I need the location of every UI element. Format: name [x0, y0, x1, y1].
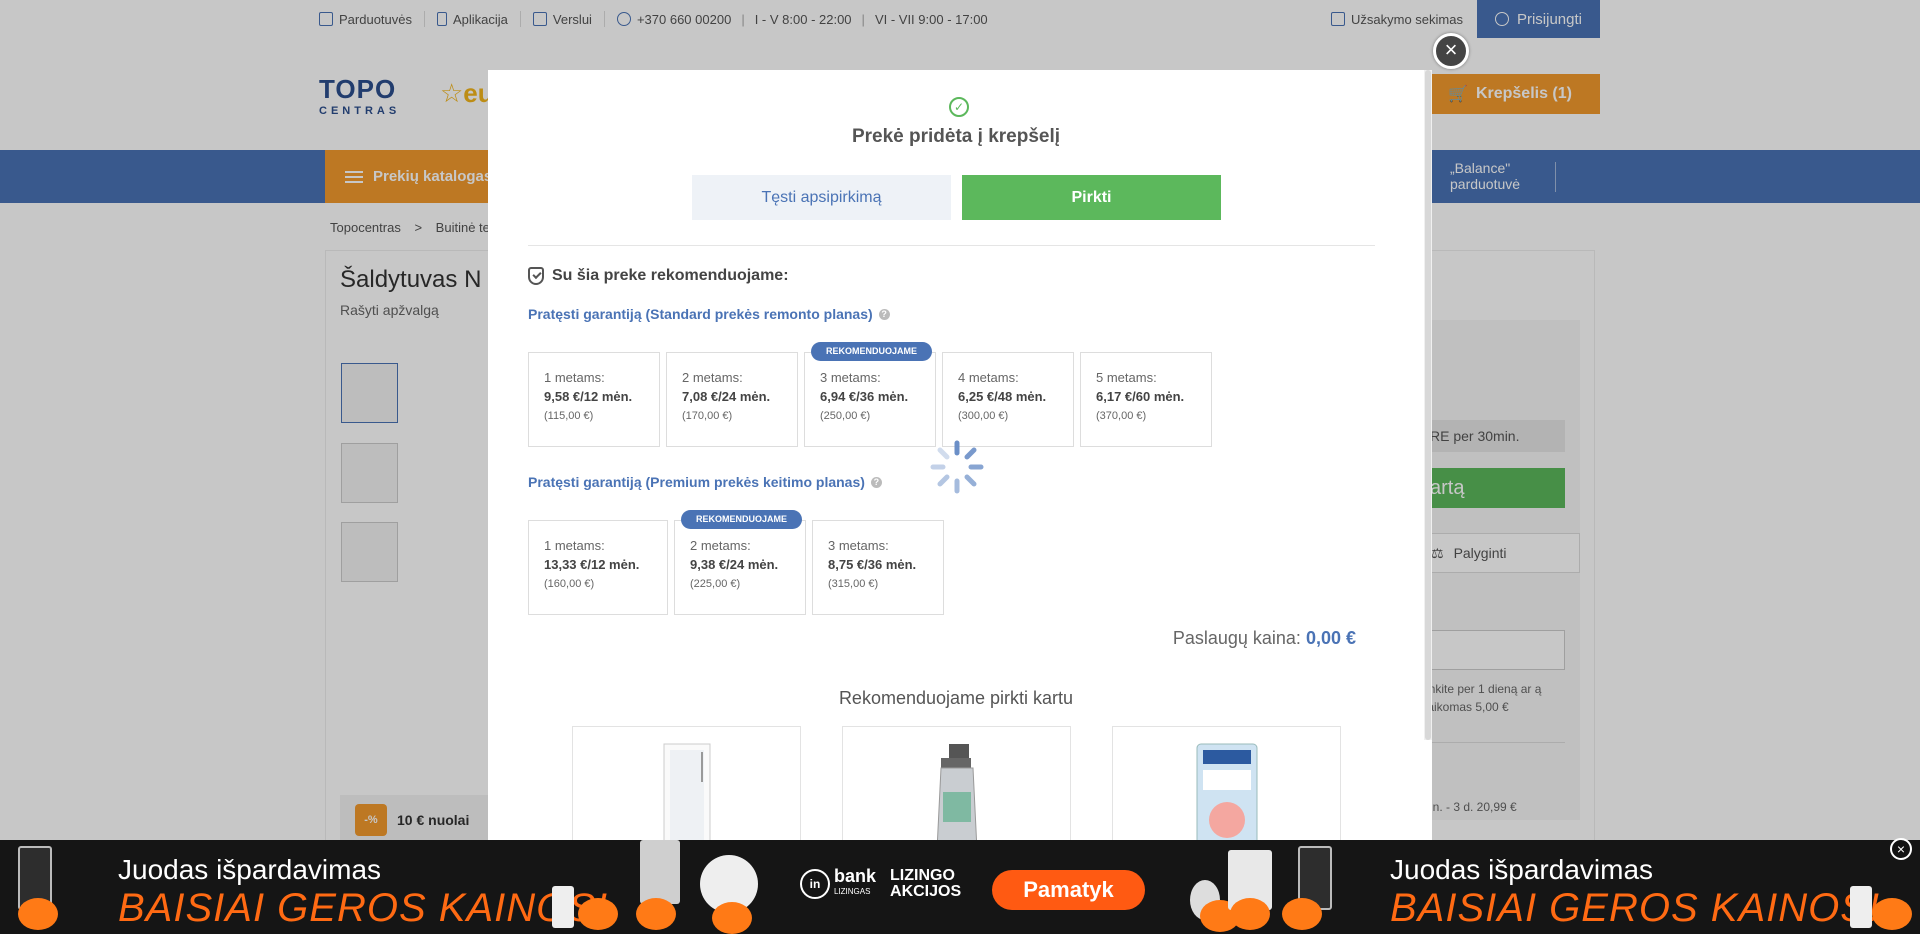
- see-deals-button[interactable]: Pamatyk: [992, 870, 1145, 910]
- pumpkin-icon: [18, 898, 58, 930]
- phone-image: [1850, 886, 1872, 928]
- cleaner-spray-image: [936, 744, 977, 840]
- pumpkin-icon: [1282, 898, 1322, 930]
- fridge-freshener-image: [1196, 743, 1257, 840]
- plan-option[interactable]: 1 metams: 13,33 €/12 mėn. (160,00 €): [528, 520, 668, 615]
- plan-option[interactable]: 4 metams: 6,25 €/48 mėn. (300,00 €): [942, 352, 1074, 447]
- pumpkin-icon: [1230, 898, 1270, 930]
- check-circle-icon: ✓: [949, 97, 969, 117]
- recommended-badge: REKOMENDUOJAME: [811, 342, 933, 361]
- plan-option[interactable]: 3 metams: 8,75 €/36 mėn. (315,00 €): [812, 520, 944, 615]
- plan-option[interactable]: 5 metams: 6,17 €/60 mėn. (370,00 €): [1080, 352, 1212, 447]
- modal-scrollbar[interactable]: [1424, 70, 1432, 740]
- recommended-badge: REKOMENDUOJAME: [681, 510, 803, 529]
- plan-option-recommended[interactable]: REKOMENDUOJAME 3 metams: 6,94 €/36 mėn. …: [804, 342, 936, 447]
- loading-spinner-icon: [930, 440, 984, 494]
- close-modal-icon[interactable]: ×: [1433, 33, 1469, 69]
- pumpkin-icon: [636, 898, 676, 930]
- shield-icon: [528, 267, 544, 285]
- continue-shopping-button[interactable]: Tęsti apsipirkimą: [692, 175, 951, 220]
- phone-image: [552, 886, 574, 928]
- services-price: Paslaugų kaina: 0,00 €: [1172, 628, 1356, 648]
- standard-plan-title: Pratęsti garantiją (Standard prekės remo…: [528, 306, 890, 322]
- plan-option-recommended[interactable]: REKOMENDUOJAME 2 metams: 9,38 €/24 mėn. …: [674, 510, 806, 615]
- black-friday-banner[interactable]: Juodas išpardavimas BAISIAI GEROS KAINOS…: [0, 840, 1920, 934]
- buy-button[interactable]: Pirkti: [962, 175, 1221, 220]
- inbank-logo: in bank LIZINGAS LIZINGO AKCIJOS: [800, 867, 961, 900]
- recommended-product[interactable]: [842, 726, 1071, 840]
- premium-plan-title: Pratęsti garantiją (Premium prekės keiti…: [528, 474, 882, 490]
- help-icon[interactable]: ?: [878, 308, 890, 320]
- close-banner-icon[interactable]: ×: [1890, 838, 1912, 860]
- services-price-value: 0,00 €: [1305, 628, 1356, 648]
- pumpkin-icon: [578, 898, 618, 930]
- standard-plan-options: 1 metams: 9,58 €/12 mėn. (115,00 €) 2 me…: [528, 342, 1212, 447]
- modal-title: Prekė pridėta į krepšelį: [851, 126, 1061, 147]
- recommended-product[interactable]: [572, 726, 801, 840]
- coffee-machine-image: [640, 840, 680, 904]
- buy-together-title: Rekomenduojame pirkti kartu: [838, 688, 1074, 708]
- plan-option[interactable]: 1 metams: 9,58 €/12 mėn. (115,00 €): [528, 352, 660, 447]
- freezer-image: [663, 743, 710, 840]
- recommended-product[interactable]: [1112, 726, 1341, 840]
- pumpkin-icon: [1872, 898, 1912, 930]
- help-icon[interactable]: ?: [870, 476, 882, 488]
- added-to-cart-modal: ✓ Prekė pridėta į krepšelį Tęsti apsipir…: [488, 70, 1432, 840]
- divider: [528, 245, 1375, 246]
- pumpkin-icon: [712, 902, 752, 934]
- recommend-heading: Su šia preke rekomenduojame:: [528, 267, 789, 285]
- premium-plan-options: 1 metams: 13,33 €/12 mėn. (160,00 €) REK…: [528, 510, 944, 615]
- plan-option[interactable]: 2 metams: 7,08 €/24 mėn. (170,00 €): [666, 352, 798, 447]
